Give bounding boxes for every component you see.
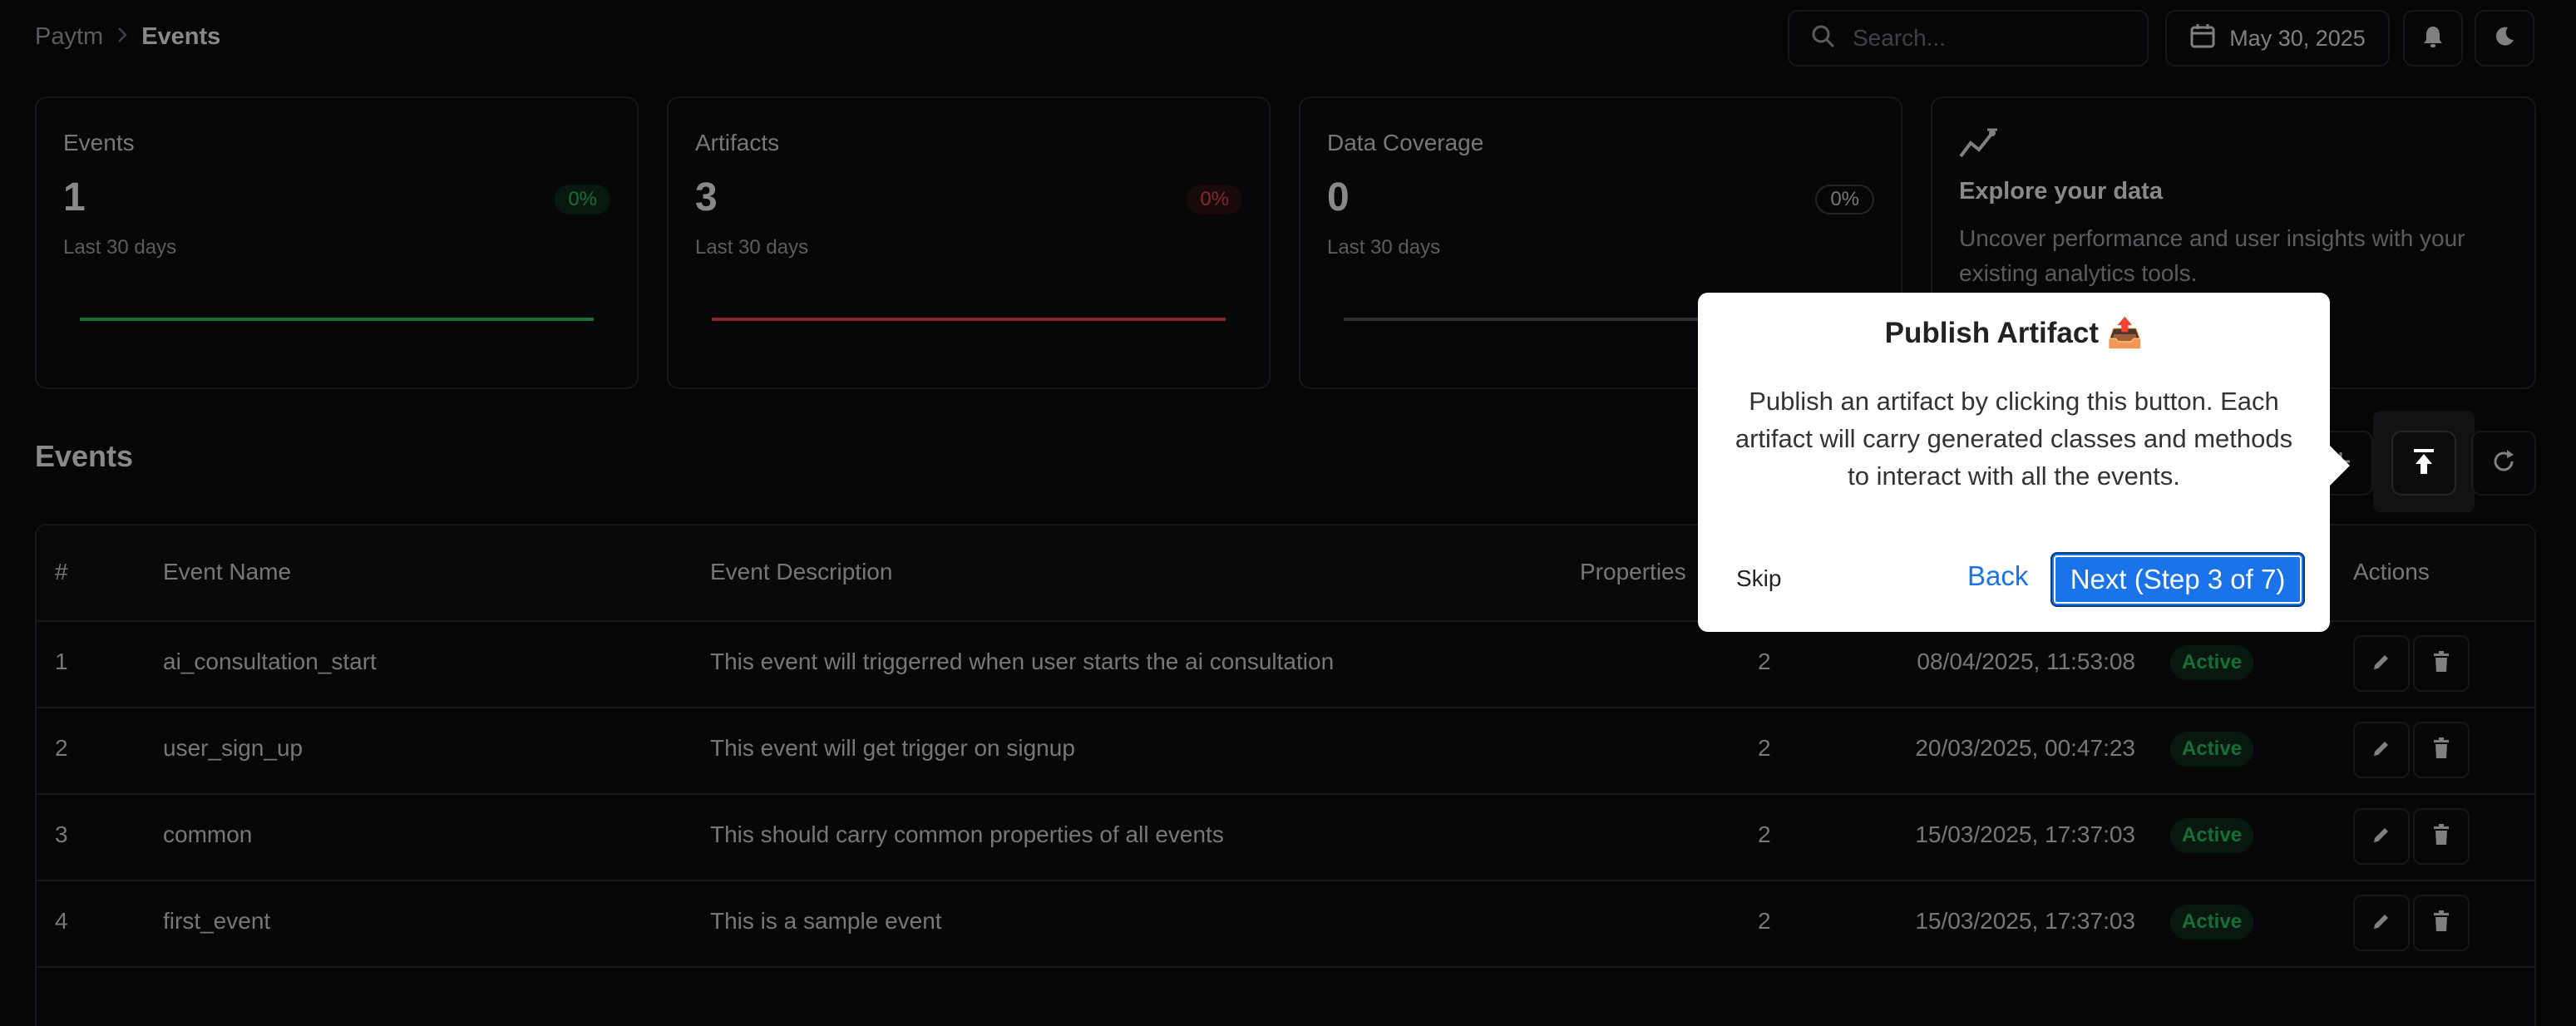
stat-change-badge: 0% (1187, 185, 1242, 215)
date-picker-button[interactable]: May 30, 2025 (2165, 10, 2390, 67)
row-number: 3 (55, 821, 68, 847)
sparkline (712, 318, 1226, 321)
col-header-number: # (55, 559, 68, 585)
stat-change-badge: 0% (555, 185, 610, 215)
pencil-icon (2371, 738, 2391, 762)
table-row[interactable]: 1 ai_consultation_start This event will … (37, 620, 2534, 708)
pencil-icon (2371, 911, 2391, 935)
status-badge: Active (2170, 732, 2254, 767)
trash-icon (2432, 910, 2450, 936)
event-description: This is a sample event (710, 908, 942, 934)
properties-count: 2 (1758, 649, 1771, 674)
col-header-properties: Properties (1580, 559, 1686, 585)
stat-change-badge: 0% (1815, 185, 1874, 215)
col-header-event-name: Event Name (163, 559, 292, 585)
table-row[interactable]: 3 common This should carry common proper… (37, 793, 2534, 881)
delete-event-button[interactable] (2413, 895, 2470, 951)
pencil-icon (2371, 652, 2391, 676)
tour-back-button[interactable]: Back (1967, 560, 2028, 592)
notifications-button[interactable] (2403, 10, 2463, 67)
pencil-icon (2371, 825, 2391, 849)
upload-icon (2411, 447, 2436, 480)
status-badge: Active (2170, 818, 2254, 853)
stat-card-artifacts: Artifacts 3 Last 30 days 0% (667, 96, 1271, 389)
tour-skip-button[interactable]: Skip (1736, 565, 1781, 592)
event-description: This should carry common properties of a… (710, 821, 1224, 847)
tour-popover: Publish Artifact 📤 Publish an artifact b… (1698, 293, 2330, 632)
breadcrumb-current: Events (141, 23, 221, 50)
date-label: May 30, 2025 (2229, 25, 2366, 51)
col-header-event-description: Event Description (710, 559, 893, 585)
status-badge: Active (2170, 905, 2254, 940)
bell-icon (2422, 25, 2444, 52)
theme-toggle-button[interactable] (2475, 10, 2534, 67)
created-date: 08/04/2025, 11:53:08 (1917, 649, 2135, 674)
col-header-actions: Actions (2353, 559, 2430, 585)
breadcrumb-root[interactable]: Paytm (35, 23, 103, 51)
stat-value: 0 (1327, 175, 1350, 220)
explore-title: Explore your data (1959, 178, 2163, 205)
edit-event-button[interactable] (2353, 635, 2410, 692)
moon-icon (2493, 25, 2516, 52)
chevron-right-icon (115, 24, 130, 50)
stat-subtitle: Last 30 days (63, 236, 177, 259)
delete-event-button[interactable] (2413, 722, 2470, 778)
row-number: 1 (55, 649, 68, 674)
explore-description: Uncover performance and user insights wi… (1959, 225, 2465, 286)
publish-artifact-button[interactable] (2391, 431, 2456, 496)
refresh-icon (2490, 448, 2517, 479)
properties-count: 2 (1758, 908, 1771, 934)
row-number: 2 (55, 735, 68, 761)
search-icon (1811, 24, 1836, 53)
status-badge: Active (2170, 645, 2254, 680)
event-name: user_sign_up (163, 735, 303, 761)
stat-title: Events (63, 130, 135, 155)
created-date: 15/03/2025, 17:37:03 (1915, 821, 2135, 847)
events-section-title: Events (35, 439, 134, 473)
stat-subtitle: Last 30 days (1327, 236, 1441, 259)
properties-count: 2 (1758, 735, 1771, 761)
table-row[interactable]: 2 user_sign_up This event will get trigg… (37, 707, 2534, 795)
stat-value: 3 (695, 175, 718, 220)
refresh-button[interactable] (2471, 431, 2536, 496)
trash-icon (2432, 737, 2450, 763)
event-name: ai_consultation_start (163, 649, 377, 674)
created-date: 20/03/2025, 00:47:23 (1915, 735, 2135, 761)
created-date: 15/03/2025, 17:37:03 (1915, 908, 2135, 934)
calendar-icon (2189, 22, 2216, 55)
edit-event-button[interactable] (2353, 808, 2410, 865)
popover-body: Publish an artifact by clicking this but… (1735, 387, 2293, 491)
popover-title: Publish Artifact 📤 (1884, 317, 2144, 349)
popover-arrow (2328, 444, 2350, 487)
event-description: This event will triggerred when user sta… (710, 649, 1335, 674)
trash-icon (2432, 650, 2450, 677)
app-root: Paytm Events May 30, 2025 Events 1 Last … (0, 0, 2576, 1026)
event-name: first_event (163, 908, 271, 934)
edit-event-button[interactable] (2353, 895, 2410, 951)
breadcrumb: Paytm Events (35, 23, 220, 51)
stat-title: Data Coverage (1327, 130, 1484, 155)
delete-event-button[interactable] (2413, 808, 2470, 865)
properties-count: 2 (1758, 821, 1771, 847)
trash-icon (2432, 823, 2450, 850)
event-name: common (163, 821, 253, 847)
sparkline (80, 318, 594, 321)
stat-card-events: Events 1 Last 30 days 0% (35, 96, 639, 389)
search-box[interactable] (1788, 10, 2149, 67)
event-description: This event will get trigger on signup (710, 735, 1075, 761)
tour-next-button[interactable]: Next (Step 3 of 7) (2050, 552, 2305, 607)
stat-subtitle: Last 30 days (695, 236, 809, 259)
search-input[interactable] (1851, 24, 2137, 52)
edit-event-button[interactable] (2353, 722, 2410, 778)
table-row[interactable]: 4 first_event This is a sample event 2 1… (37, 880, 2534, 968)
row-number: 4 (55, 908, 68, 934)
delete-event-button[interactable] (2413, 635, 2470, 692)
trend-chart-icon (1959, 128, 1999, 164)
stat-value: 1 (63, 175, 86, 220)
stat-title: Artifacts (695, 130, 780, 155)
